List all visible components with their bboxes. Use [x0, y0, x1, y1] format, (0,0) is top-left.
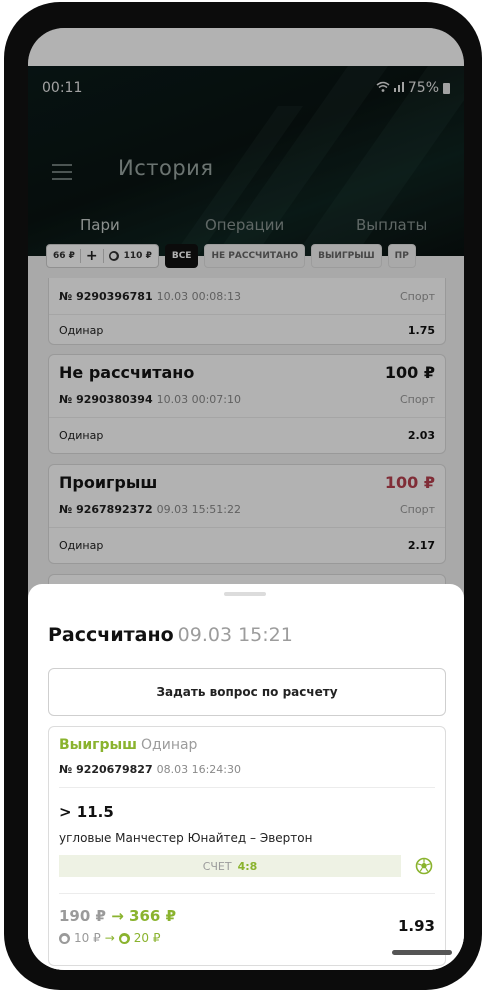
sheet-handle[interactable]	[224, 592, 266, 596]
home-indicator	[392, 950, 452, 955]
bonus-coin-icon: ●	[118, 932, 130, 944]
event-name: угловые Манчестер Юнайтед – Эвертон	[59, 831, 313, 845]
soccer-ball-icon	[415, 857, 433, 875]
bonus-coin-icon: ●	[59, 932, 70, 944]
screen: 00:11 75% История Пари Операции Выплаты	[28, 28, 464, 970]
ask-question-button[interactable]: Задать вопрос по расчету	[48, 668, 446, 716]
bet-result: Выигрыш Одинар	[59, 737, 198, 753]
stake-payout: 190 ₽ → 366 ₽	[59, 907, 177, 925]
sheet-title: Рассчитано 09.03 15:21	[48, 624, 293, 646]
bonus-line: ● 10 ₽ → ● 20 ₽	[59, 931, 161, 945]
bet-details-sheet: Рассчитано 09.03 15:21 Задать вопрос по р…	[28, 584, 464, 970]
score-bar: СЧЕТ 4:8	[59, 855, 401, 877]
bet-outcome: > 11.5	[59, 803, 114, 821]
bet-detail-card: Выигрыш Одинар № 9220679827 08.03 16:24:30…	[48, 726, 446, 966]
bet-coef: 1.93	[397, 917, 435, 935]
phone-frame: 00:11 75% История Пари Операции Выплаты	[4, 2, 482, 990]
bet-number: № 9220679827 08.03 16:24:30	[59, 763, 241, 776]
